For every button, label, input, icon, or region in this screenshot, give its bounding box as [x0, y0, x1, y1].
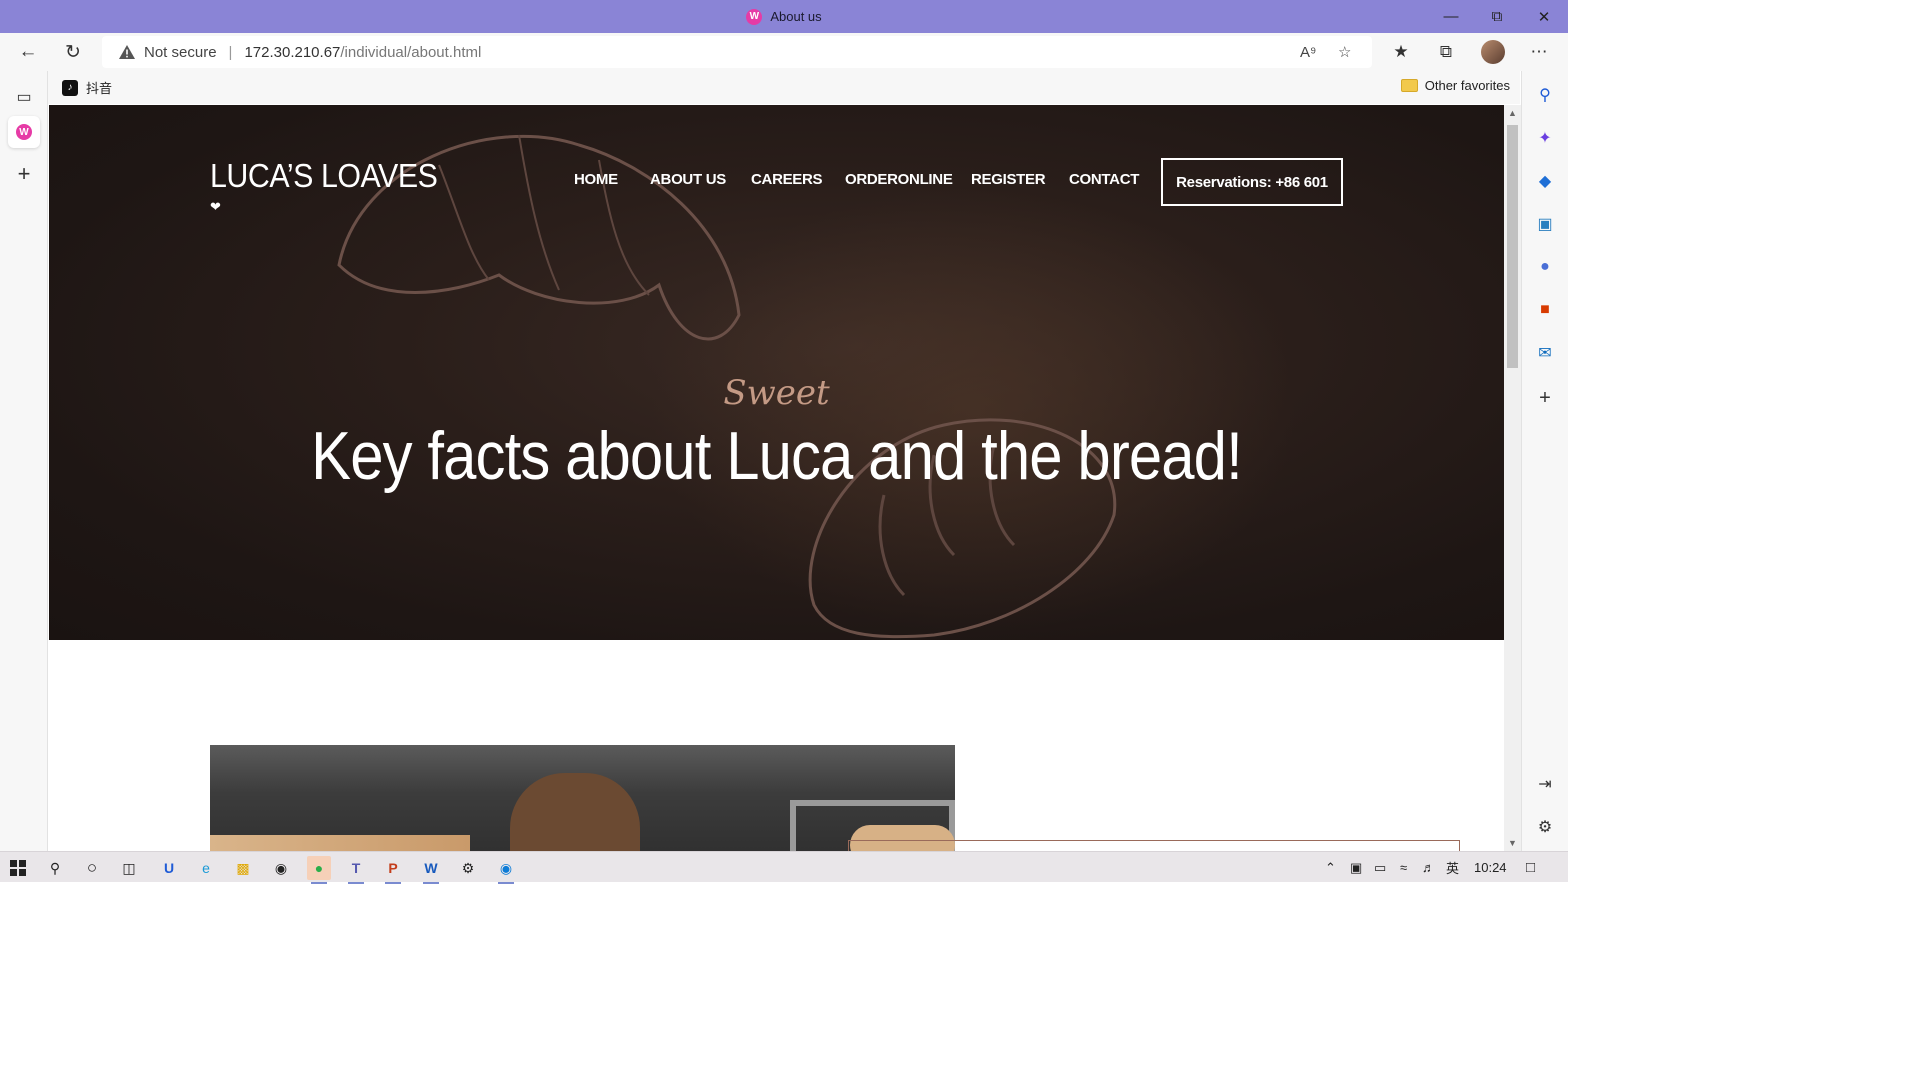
collections-icon[interactable]: ⧉: [1431, 37, 1461, 67]
favorite-item-label: 抖音: [86, 81, 113, 96]
volume-icon[interactable]: ♬: [1422, 852, 1435, 883]
avatar: [1481, 40, 1505, 64]
profile-avatar[interactable]: [1478, 37, 1508, 67]
address-separator: |: [228, 43, 233, 61]
copilot-sparkle-icon[interactable]: ✦: [1530, 123, 1560, 153]
nav-link-register[interactable]: REGISTER: [971, 171, 1046, 188]
bread-rack-image-part: [210, 835, 470, 851]
other-favorites-label: Other favorites: [1424, 78, 1510, 93]
page-viewport: LUCA’S LOAVES ❤ HOME ABOUT US CAREERS OR…: [49, 105, 1504, 851]
site-logo[interactable]: LUCA’S LOAVES: [210, 157, 438, 195]
tiktok-icon: ♪: [62, 79, 78, 96]
chrome-icon[interactable]: ◉: [269, 856, 293, 880]
nav-link-about-us[interactable]: ABOUT US: [650, 171, 726, 188]
restore-icon[interactable]: ⧉: [1474, 0, 1520, 33]
minimize-icon[interactable]: —: [1428, 0, 1474, 33]
search-icon[interactable]: ⚲: [1530, 80, 1560, 110]
reservations-button[interactable]: Reservations: +86 601: [1161, 158, 1343, 206]
read-aloud-icon[interactable]: A⁹: [1300, 36, 1316, 68]
tools-briefcase-icon[interactable]: ▣: [1530, 209, 1560, 239]
nav-link-careers[interactable]: CAREERS: [751, 171, 823, 188]
battery-icon[interactable]: ▭: [1374, 852, 1386, 883]
hide-sidebar-icon[interactable]: ⇥: [1530, 769, 1560, 799]
games-icon[interactable]: ●: [1530, 252, 1560, 282]
wechat-icon[interactable]: ●: [307, 856, 331, 884]
nav-link-home[interactable]: HOME: [574, 171, 618, 188]
edge-browser-icon[interactable]: ◉: [494, 856, 518, 884]
tab-about-us[interactable]: W: [8, 116, 40, 148]
hero-title: Key facts about Luca and the bread!: [311, 418, 1243, 494]
hero-script-word: Sweet: [723, 373, 830, 413]
tab-actions-icon[interactable]: ▭: [8, 81, 40, 113]
clock-time[interactable]: 10:24: [1474, 852, 1507, 883]
tab-title: About us: [770, 9, 822, 24]
browser-title-bar: W About us — ⧉ ✕: [0, 0, 1568, 33]
address-bar[interactable]: Not secure | 172.30.210.67/individual/ab…: [102, 36, 1372, 68]
cortana-circle-icon[interactable]: ○: [80, 856, 104, 880]
nav-link-order-online[interactable]: ORDERONLINE: [845, 171, 953, 188]
task-view-icon[interactable]: ◫: [117, 856, 141, 880]
windows-taskbar: ⚲ ○ ◫ U e ▩ ◉ ● T P W ⚙ ◉ ⌃ ▣ ▭ ≈ ♬ 英 10…: [0, 851, 1568, 884]
croissant-sketch-icon: [337, 134, 741, 341]
url-path[interactable]: /individual/about.html: [340, 44, 481, 61]
window-title: W About us: [0, 0, 1568, 33]
add-favorite-star-icon[interactable]: ☆: [1338, 36, 1351, 68]
edge-sidebar: ⚲ ✦ ◆ ▣ ● ■ ✉ + ⇥ ⚙: [1521, 71, 1568, 851]
word-icon[interactable]: W: [419, 856, 443, 884]
notification-center-icon[interactable]: □: [1526, 852, 1535, 883]
vertical-tabs-strip: ▭ W +: [0, 71, 48, 851]
taskbar-search-icon[interactable]: ⚲: [43, 856, 67, 880]
more-options-icon[interactable]: ⋯: [1524, 37, 1554, 67]
page-scrollbar[interactable]: ▲ ▼: [1504, 105, 1521, 851]
baker-photo: [210, 745, 955, 851]
powerpoint-icon[interactable]: P: [381, 856, 405, 884]
scroll-down-arrow-icon[interactable]: ▼: [1504, 835, 1521, 851]
shopping-tag-icon[interactable]: ◆: [1530, 166, 1560, 196]
file-explorer-icon[interactable]: ▩: [231, 856, 255, 880]
folder-icon: [1400, 79, 1418, 92]
warning-triangle-icon[interactable]: [118, 43, 136, 61]
teams-icon[interactable]: T: [344, 856, 368, 884]
scrollbar-thumb[interactable]: [1507, 125, 1518, 368]
favorites-bar: ♪ 抖音 Other favorites: [48, 71, 1520, 104]
back-arrow-icon[interactable]: ←: [12, 36, 44, 68]
edge-legacy-icon[interactable]: e: [194, 856, 218, 880]
ime-indicator[interactable]: 英: [1446, 852, 1459, 883]
sidebar-settings-gear-icon[interactable]: ⚙: [1530, 812, 1560, 842]
address-toolbar: ← ↻ Not secure | 172.30.210.67/individua…: [0, 33, 1568, 71]
close-icon[interactable]: ✕: [1521, 0, 1567, 33]
favorite-item-douyin[interactable]: ♪ 抖音: [62, 78, 112, 97]
office-icon[interactable]: ■: [1530, 295, 1560, 325]
windows-start-icon[interactable]: [6, 856, 30, 880]
settings-gear-icon[interactable]: ⚙: [456, 856, 480, 880]
refresh-icon[interactable]: ↻: [57, 36, 89, 68]
site-favicon-icon: W: [746, 8, 763, 25]
heart-icon: ❤: [210, 199, 221, 214]
show-hidden-icons-chevron-icon[interactable]: ⌃: [1325, 852, 1336, 883]
tray-app-icon[interactable]: ▣: [1350, 852, 1362, 883]
url-host[interactable]: 172.30.210.67: [244, 44, 340, 61]
favorites-list-icon[interactable]: ★: [1386, 37, 1416, 67]
app-blue-u-icon[interactable]: U: [157, 856, 181, 880]
new-tab-plus-icon[interactable]: +: [8, 158, 40, 190]
add-sidebar-app-plus-icon[interactable]: +: [1530, 383, 1560, 413]
site-favicon-icon: W: [16, 124, 32, 140]
scroll-up-arrow-icon[interactable]: ▲: [1504, 105, 1521, 121]
outlook-icon[interactable]: ✉: [1530, 338, 1560, 368]
security-label[interactable]: Not secure: [144, 44, 217, 61]
content-card-outline: [848, 840, 1460, 851]
wifi-icon[interactable]: ≈: [1400, 852, 1407, 883]
other-favorites-folder[interactable]: Other favorites: [1400, 78, 1510, 93]
nav-link-contact[interactable]: CONTACT: [1069, 171, 1139, 188]
hero-section: LUCA’S LOAVES ❤ HOME ABOUT US CAREERS OR…: [49, 105, 1504, 640]
baker-head-image-part: [510, 773, 640, 851]
